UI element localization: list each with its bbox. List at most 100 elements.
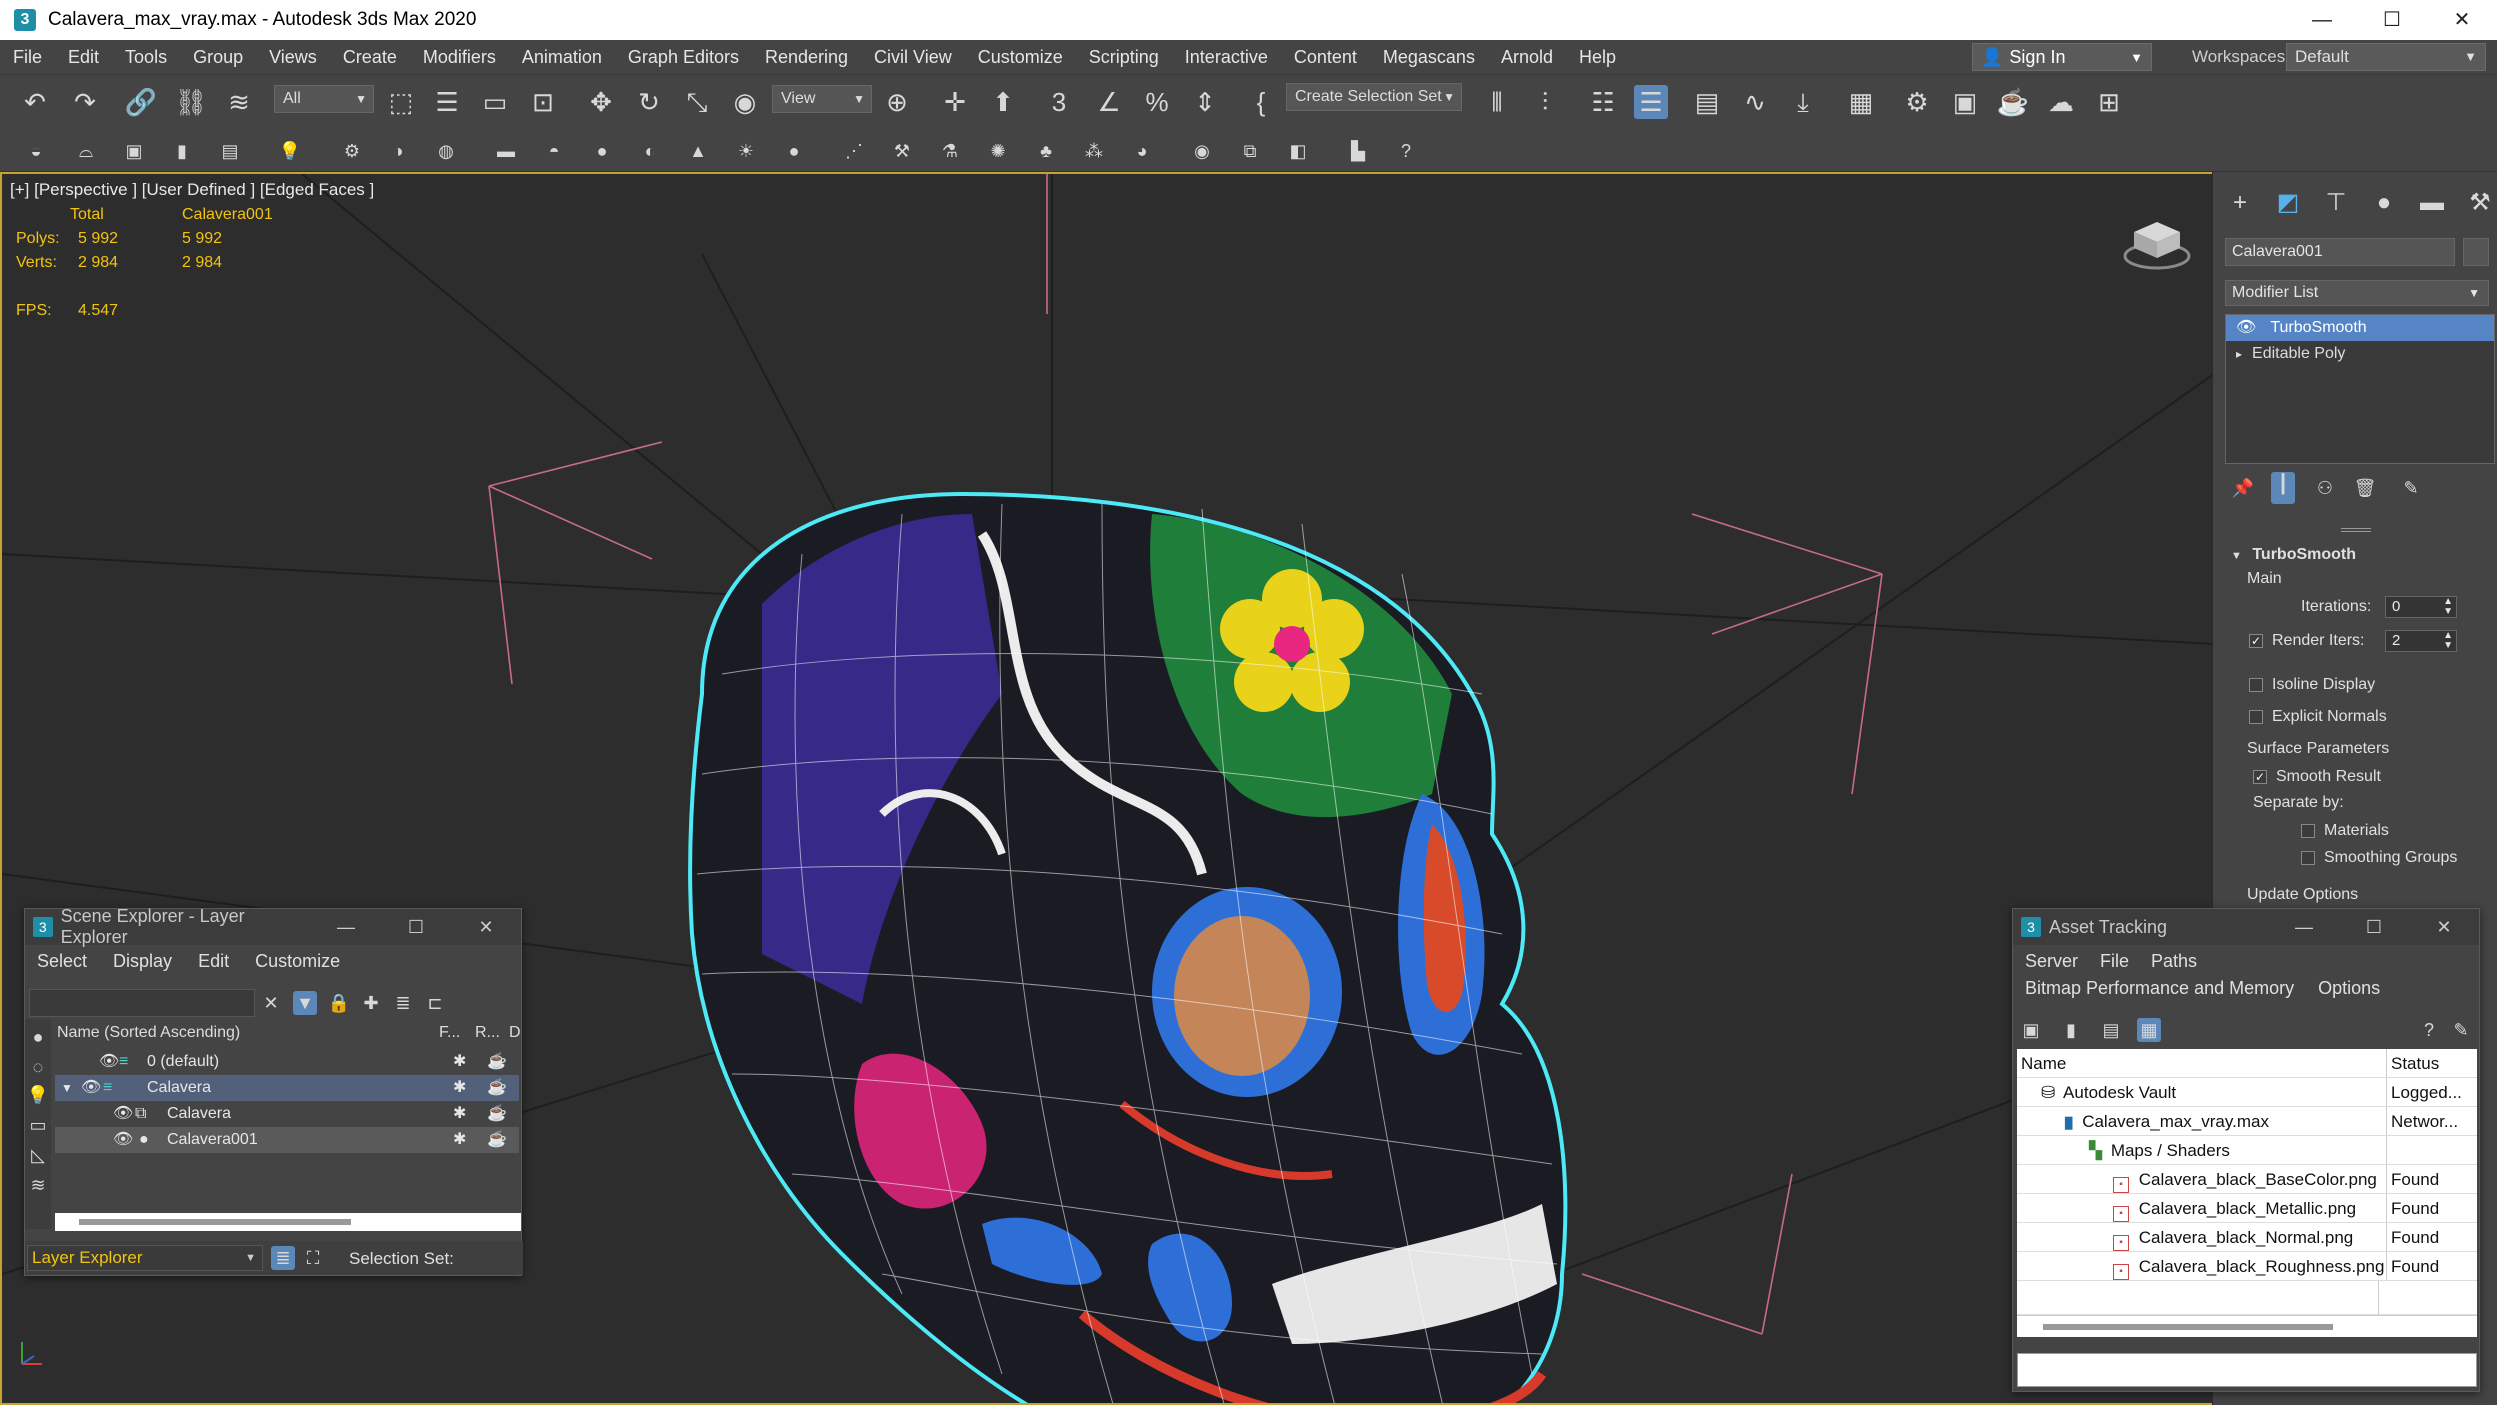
rendered-frame-window-icon[interactable]: ▣: [1948, 85, 1982, 119]
menu-help[interactable]: Help: [1566, 47, 1629, 68]
display-spacewarps-icon[interactable]: ≋: [26, 1173, 50, 1197]
scrollbar-thumb[interactable]: [79, 1219, 351, 1225]
lock-icon[interactable]: 🔒: [327, 991, 351, 1015]
menu-create[interactable]: Create: [330, 47, 410, 68]
help-icon[interactable]: ?: [1394, 139, 1418, 163]
menu-civil-view[interactable]: Civil View: [861, 47, 965, 68]
menu-animation[interactable]: Animation: [509, 47, 615, 68]
menu-scripting[interactable]: Scripting: [1076, 47, 1172, 68]
eye-icon[interactable]: 👁: [113, 1101, 133, 1127]
toggle-ribbon-icon[interactable]: ▤: [1690, 85, 1724, 119]
isoline-display-checkbox[interactable]: Isoline Display: [2249, 676, 2375, 694]
smoothing-groups-checkbox[interactable]: Smoothing Groups: [2301, 849, 2457, 867]
vray-mesh-export-icon[interactable]: ⚗: [938, 139, 962, 163]
menu-group[interactable]: Group: [180, 47, 256, 68]
configure-modifier-sets-icon[interactable]: ✎: [2399, 476, 2423, 500]
menu-options[interactable]: Options: [2318, 978, 2380, 999]
link-icon[interactable]: 🔗: [124, 85, 158, 119]
remove-modifier-icon[interactable]: 🗑: [2353, 476, 2377, 500]
viewport-label[interactable]: [+] [Perspective ] [User Defined ] [Edge…: [10, 180, 374, 200]
freeze-icon[interactable]: ✱: [453, 1127, 466, 1153]
vray-sphere-fade-icon[interactable]: ◕: [1130, 139, 1154, 163]
move-icon[interactable]: ✥: [584, 85, 618, 119]
mirror-icon[interactable]: ⫴: [1480, 85, 1514, 119]
eye-icon[interactable]: 👁: [99, 1049, 119, 1075]
percent-snap-icon[interactable]: %: [1140, 85, 1174, 119]
vray-displacement-icon[interactable]: ⚒: [890, 139, 914, 163]
renderable-icon[interactable]: ☕: [487, 1127, 507, 1153]
vray-dome-icon[interactable]: ◑: [386, 139, 410, 163]
menu-bitmap-performance[interactable]: Bitmap Performance and Memory: [2025, 978, 2294, 999]
maximize-button[interactable]: ☐: [2357, 0, 2427, 40]
menu-content[interactable]: Content: [1281, 47, 1370, 68]
menu-paths[interactable]: Paths: [2151, 951, 2197, 972]
materials-checkbox[interactable]: Materials: [2301, 822, 2389, 840]
settings-icon[interactable]: ✎: [2449, 1018, 2473, 1042]
layer-row-calavera[interactable]: ▼ 👁 ≡ Calavera ✱ ☕: [55, 1075, 519, 1101]
render-production-icon[interactable]: ☕: [1996, 85, 2030, 119]
maximize-button[interactable]: ☐: [381, 917, 451, 938]
help-icon[interactable]: ?: [2417, 1018, 2441, 1042]
make-unique-icon[interactable]: ⚇: [2313, 476, 2337, 500]
vray-material-icon[interactable]: ◉: [1190, 139, 1214, 163]
scale-icon[interactable]: ⤡: [680, 85, 714, 119]
render-in-cloud-icon[interactable]: ☁: [2044, 85, 2078, 119]
menu-modifiers[interactable]: Modifiers: [410, 47, 509, 68]
rotate-icon[interactable]: ↻: [632, 85, 666, 119]
display-lights-icon[interactable]: 💡: [26, 1083, 50, 1107]
snaps-toggle-icon[interactable]: 3: [1042, 85, 1076, 119]
utilities-tab-icon[interactable]: ⚒: [2463, 186, 2497, 220]
object-color-swatch[interactable]: [2463, 238, 2489, 266]
vray-spot-icon[interactable]: ▲: [686, 139, 710, 163]
asset-row-roughness[interactable]: ▪ Calavera_black_Roughness.png Found: [2017, 1252, 2477, 1281]
menu-rendering[interactable]: Rendering: [752, 47, 861, 68]
render-setup-icon[interactable]: ⚙: [1900, 85, 1934, 119]
hierarchy-icon[interactable]: ⊏: [423, 991, 447, 1015]
vray-render-icon[interactable]: ▮: [170, 139, 194, 163]
named-selection-set-dropdown[interactable]: Create Selection Set ▼: [1286, 83, 1462, 111]
add-layer-icon[interactable]: ✚: [359, 991, 383, 1015]
refresh-icon[interactable]: ▣: [2019, 1018, 2043, 1042]
vray-sun-icon[interactable]: ☀: [734, 139, 758, 163]
selection-set-icon[interactable]: ⛶: [301, 1246, 325, 1270]
table-view-icon[interactable]: ▦: [2137, 1018, 2161, 1042]
column-name-header[interactable]: Name: [2017, 1049, 2387, 1077]
column-render-header[interactable]: R...: [475, 1021, 500, 1045]
scrollbar-thumb[interactable]: [2043, 1324, 2333, 1330]
object-row-calavera001[interactable]: 👁 ● Calavera001 ✱ ☕: [55, 1127, 519, 1153]
material-editor-icon[interactable]: ▦: [1844, 85, 1878, 119]
search-input[interactable]: [29, 989, 255, 1017]
vray-proxy-icon[interactable]: ◍: [434, 139, 458, 163]
column-name-header[interactable]: Name (Sorted Ascending): [57, 1021, 240, 1045]
iterations-spinner[interactable]: 0 ▲ ▼: [2385, 596, 2457, 618]
menu-display[interactable]: Display: [113, 951, 172, 972]
asset-tracking-titlebar[interactable]: 3 Asset Tracking — ☐ ✕: [2013, 909, 2479, 945]
close-button[interactable]: ✕: [2427, 0, 2497, 40]
asset-row-maps-shaders[interactable]: ▚ Maps / Shaders: [2017, 1136, 2477, 1165]
scene-explorer-titlebar[interactable]: 3 Scene Explorer - Layer Explorer — ☐ ✕: [25, 906, 521, 947]
explicit-normals-checkbox[interactable]: Explicit Normals: [2249, 708, 2387, 726]
motion-tab-icon[interactable]: ●: [2367, 186, 2401, 220]
menu-file[interactable]: File: [2100, 951, 2129, 972]
select-object-icon[interactable]: ⬚: [384, 85, 418, 119]
modify-tab-icon[interactable]: ◩: [2271, 186, 2305, 220]
vray-toggle-icon[interactable]: ◧: [1286, 139, 1310, 163]
freeze-icon[interactable]: ✱: [453, 1049, 466, 1075]
undo-icon[interactable]: ↶: [18, 85, 52, 119]
close-button[interactable]: ✕: [451, 917, 521, 938]
display-helpers-icon[interactable]: ◺: [26, 1143, 50, 1167]
maximize-button[interactable]: ☐: [2339, 917, 2409, 938]
curve-editor-icon[interactable]: ∿: [1738, 85, 1772, 119]
tree-view-icon[interactable]: ▤: [2099, 1018, 2123, 1042]
spinner-arrows-icon[interactable]: ▲ ▼: [2443, 631, 2453, 651]
menu-tools[interactable]: Tools: [112, 47, 180, 68]
freeze-icon[interactable]: ✱: [453, 1075, 466, 1101]
renderable-icon[interactable]: ☕: [487, 1049, 507, 1075]
show-end-result-icon[interactable]: ┃: [2271, 472, 2295, 504]
vray-sphere-half-icon[interactable]: ◓: [542, 139, 566, 163]
asset-row-vault[interactable]: ⛁ Autodesk Vault Logged...: [2017, 1078, 2477, 1107]
spinner-snap-icon[interactable]: ⇕: [1188, 85, 1222, 119]
vray-bulb-icon[interactable]: 💡: [278, 139, 302, 163]
menu-interactive[interactable]: Interactive: [1172, 47, 1281, 68]
modifier-stack-item-turbosmooth[interactable]: 👁 TurboSmooth: [2226, 315, 2494, 341]
